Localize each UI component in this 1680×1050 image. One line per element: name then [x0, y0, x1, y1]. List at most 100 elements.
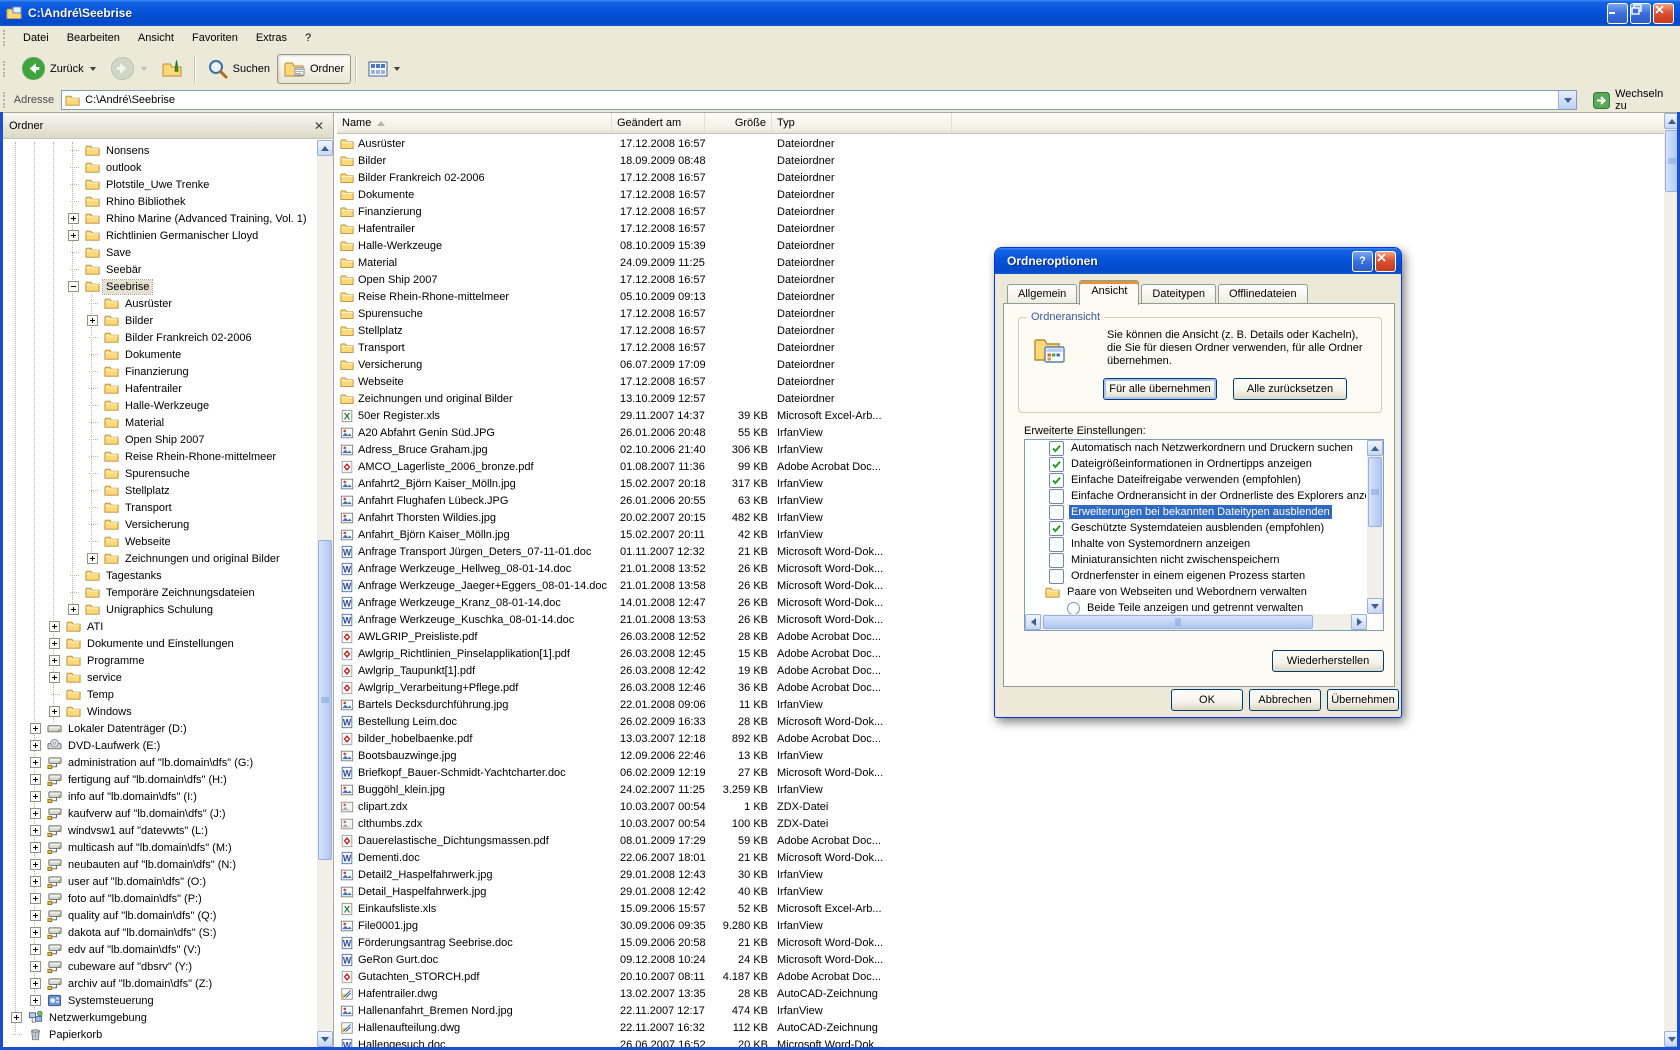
tree-item-label[interactable]: neubauten auf "lb.domain\dfs" (N:)	[65, 858, 239, 872]
tree-expand-icon[interactable]	[49, 672, 60, 683]
tree-item[interactable]: neubauten auf "lb.domain\dfs" (N:)	[3, 856, 239, 873]
tree-item-label[interactable]: dakota auf "lb.domain\dfs" (S:)	[65, 926, 219, 940]
file-name[interactable]: Anfahrt Flughafen Lübeck.JPG	[358, 495, 508, 507]
column-header-gendertam[interactable]: Geändert am	[612, 113, 705, 133]
tree-expand-icon[interactable]	[11, 1012, 22, 1023]
advanced-setting-label[interactable]: Miniaturansichten nicht zwischenspeicher…	[1069, 553, 1282, 567]
tree-item-label[interactable]: Transport	[122, 501, 175, 515]
tree-item[interactable]: Material	[3, 414, 167, 431]
advanced-list-vscrollbar[interactable]	[1367, 440, 1383, 614]
tree-item[interactable]: kaufverw auf "lb.domain\dfs" (J:)	[3, 805, 229, 822]
tree-item[interactable]: Dokumente und Einstellungen	[3, 635, 237, 652]
menu-item-bearbeiten[interactable]: Bearbeiten	[58, 29, 129, 47]
tree-item[interactable]: Netzwerkumgebung	[3, 1009, 150, 1026]
tree-item-label[interactable]: Reise Rhein-Rhone-mittelmeer	[122, 450, 279, 464]
tree-item-label[interactable]: Stellplatz	[122, 484, 173, 498]
tree-item[interactable]: Temporäre Zeichnungsdateien	[3, 584, 258, 601]
file-row[interactable]: WGeRon Gurt.doc09.12.2008 10:2424 KBMicr…	[337, 951, 1664, 968]
tree-item[interactable]: Halle-Werkzeuge	[3, 397, 212, 414]
advanced-setting-item[interactable]: Inhalte von Systemordnern anzeigen	[1025, 536, 1366, 552]
tree-item-label[interactable]: Papierkorb	[46, 1028, 105, 1042]
tree-item[interactable]: user auf "lb.domain\dfs" (O:)	[3, 873, 209, 890]
advanced-scroll-up-button[interactable]	[1367, 440, 1383, 456]
tree-expand-icon[interactable]	[30, 944, 41, 955]
tab-ansicht[interactable]: Ansicht	[1079, 280, 1139, 305]
file-name[interactable]: Briefkopf_Bauer-Schmidt-Yachtcharter.doc	[358, 767, 566, 779]
tree-item[interactable]: Temp	[3, 686, 117, 703]
file-row[interactable]: Gutachten_STORCH.pdf20.10.2007 08:114.18…	[337, 968, 1664, 985]
advanced-setting-label[interactable]: Geschützte Systemdateien ausblenden (emp…	[1069, 521, 1326, 535]
tree-item-label[interactable]: Bilder Frankreich 02-2006	[122, 331, 255, 345]
advanced-setting-item[interactable]: Miniaturansichten nicht zwischenspeicher…	[1025, 552, 1366, 568]
advanced-setting-item[interactable]: Geschützte Systemdateien ausblenden (emp…	[1025, 520, 1366, 536]
search-button[interactable]: Suchen	[200, 54, 277, 84]
tree-expand-icon[interactable]	[30, 876, 41, 887]
tree-item[interactable]: Seebär	[3, 261, 144, 278]
tree-item-label[interactable]: user auf "lb.domain\dfs" (O:)	[65, 875, 209, 889]
reset-all-folders-button[interactable]: Alle zurücksetzen	[1233, 378, 1347, 400]
tree-expand-icon[interactable]	[49, 621, 60, 632]
file-name[interactable]: Anfrage Werkzeuge_Kuschka_08-01-14.doc	[358, 614, 574, 626]
file-name[interactable]: Reise Rhein-Rhone-mittelmeer	[358, 291, 509, 303]
file-name[interactable]: Bartels Decksdurchführung.jpg	[358, 699, 508, 711]
checkbox-checked-icon[interactable]	[1049, 441, 1064, 456]
file-name[interactable]: Stellplatz	[358, 325, 403, 337]
tree-item-label[interactable]: Material	[122, 416, 167, 430]
tree-scrollbar[interactable]	[317, 140, 333, 1047]
file-row[interactable]: Hafentrailer17.12.2008 16:57Dateiordner	[337, 220, 1664, 237]
file-name[interactable]: Versicherung	[358, 359, 422, 371]
file-row[interactable]: Hallenanfahrt_Bremen Nord.jpg22.11.2007 …	[337, 1002, 1664, 1019]
tree-item-label[interactable]: Zeichnungen und original Bilder	[122, 552, 283, 566]
tab-offlinedateien[interactable]: Offlinedateien	[1218, 284, 1308, 305]
tree-expand-icon[interactable]	[30, 927, 41, 938]
tree-item[interactable]: Programme	[3, 652, 147, 669]
menu-item-favoriten[interactable]: Favoriten	[183, 29, 247, 47]
file-name[interactable]: clipart.zdx	[358, 801, 408, 813]
advanced-setting-label[interactable]: Dateigrößeinformationen in Ordnertipps a…	[1069, 457, 1314, 471]
tree-expand-icon[interactable]	[30, 740, 41, 751]
file-row[interactable]: bilder_hobelbaenke.pdf13.03.2007 12:1889…	[337, 730, 1664, 747]
views-dropdown-icon[interactable]	[394, 67, 400, 71]
tree-item-label[interactable]: Halle-Werkzeuge	[122, 399, 212, 413]
checkbox-unchecked-icon[interactable]	[1049, 553, 1064, 568]
tree-item-label[interactable]: ATI	[84, 620, 106, 634]
advanced-scroll-left-button[interactable]	[1025, 614, 1041, 630]
file-row[interactable]: Dauerelastische_Dichtungsmassen.pdf08.01…	[337, 832, 1664, 849]
tree-item-label[interactable]: windvsw1 auf "datevwts" (L:)	[65, 824, 211, 838]
tree-item-label[interactable]: Unigraphics Schulung	[103, 603, 216, 617]
tree-expand-icon[interactable]	[30, 757, 41, 768]
tree-item[interactable]: quality auf "lb.domain\dfs" (Q:)	[3, 907, 219, 924]
up-button[interactable]	[154, 54, 190, 84]
file-name[interactable]: Adress_Bruce Graham.jpg	[358, 444, 488, 456]
file-row[interactable]: File0001.jpg30.09.2006 09:359.280 KBIrfa…	[337, 917, 1664, 934]
advanced-setting-item[interactable]: Einfache Dateifreigabe verwenden (empfoh…	[1025, 472, 1366, 488]
radio-unselected-icon[interactable]	[1067, 602, 1080, 615]
restore-defaults-button[interactable]: Wiederherstellen	[1272, 650, 1384, 672]
forward-button[interactable]	[103, 52, 154, 85]
tree-item-label[interactable]: Rhino Bibliothek	[103, 195, 189, 209]
minimize-button[interactable]	[1607, 3, 1628, 24]
dialog-title-bar[interactable]: Ordneroptionen ?	[995, 248, 1401, 274]
menu-item-extras[interactable]: Extras	[247, 29, 296, 47]
file-row[interactable]: Dokumente17.12.2008 16:57Dateiordner	[337, 186, 1664, 203]
tree-item-label[interactable]: Tagestanks	[103, 569, 165, 583]
tree-item-label[interactable]: Temporäre Zeichnungsdateien	[103, 586, 258, 600]
tree-item-label[interactable]: Seebrise	[103, 280, 152, 294]
tree-item[interactable]: dakota auf "lb.domain\dfs" (S:)	[3, 924, 219, 941]
tree-item-label[interactable]: Bilder	[122, 314, 156, 328]
tab-dateitypen[interactable]: Dateitypen	[1141, 284, 1216, 305]
checkbox-unchecked-icon[interactable]	[1049, 489, 1064, 504]
tree-item[interactable]: Windows	[3, 703, 135, 720]
file-name[interactable]: Hallenanfahrt_Bremen Nord.jpg	[358, 1005, 513, 1017]
tree-item[interactable]: Finanzierung	[3, 363, 192, 380]
tree-expand-icon[interactable]	[49, 638, 60, 649]
file-name[interactable]: Webseite	[358, 376, 404, 388]
tree-item-label[interactable]: Webseite	[122, 535, 174, 549]
advanced-setting-label[interactable]: Erweiterungen bei bekannten Dateitypen a…	[1069, 505, 1332, 519]
file-name[interactable]: Transport	[358, 342, 405, 354]
tree-item[interactable]: Transport	[3, 499, 175, 516]
tree-item[interactable]: Rhino Bibliothek	[3, 193, 189, 210]
tree-item[interactable]: multicash auf "lb.domain\dfs" (M:)	[3, 839, 235, 856]
file-name[interactable]: File0001.jpg	[358, 920, 418, 932]
tree-item[interactable]: edv auf "lb.domain\dfs" (V:)	[3, 941, 204, 958]
